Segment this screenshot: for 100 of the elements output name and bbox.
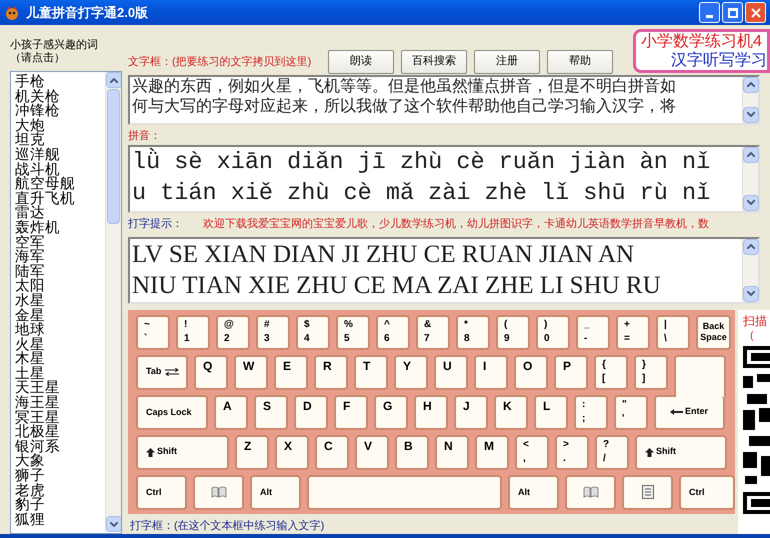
list-item[interactable]: 狐狸	[15, 512, 45, 528]
list-item[interactable]: 北极星	[15, 425, 60, 440]
keyboard-key[interactable]: ( 9	[496, 314, 530, 350]
list-item[interactable]: 海军	[15, 250, 45, 265]
keyboard-key[interactable]: + =	[616, 314, 650, 350]
scroll-up-button[interactable]	[106, 72, 121, 88]
keyboard-key[interactable]: M	[475, 434, 509, 470]
keyboard-key[interactable]: Y	[394, 354, 428, 390]
keyboard-key[interactable]: ! 1	[176, 314, 210, 350]
keyboard-key[interactable]: } ]	[634, 354, 668, 390]
keyboard-key[interactable]: ~ `	[136, 314, 170, 350]
keyboard-key[interactable]: N	[435, 434, 469, 470]
list-item[interactable]: 大象	[15, 454, 45, 470]
keyboard-key[interactable]: B	[395, 434, 429, 470]
list-item[interactable]: 陆军	[15, 264, 45, 280]
keyboard-key[interactable]: Shift	[635, 434, 727, 470]
keyboard-key[interactable]: Shift	[136, 434, 229, 470]
keyboard-key[interactable]: L	[534, 394, 568, 430]
keyboard-key[interactable]: X	[275, 434, 309, 470]
scrollbar[interactable]	[742, 238, 758, 302]
list-item[interactable]: 老虎	[15, 484, 45, 498]
keyboard-key[interactable]: U	[434, 354, 468, 390]
list-item[interactable]: 冲锋枪	[15, 104, 60, 119]
keyboard-key[interactable]: | \	[656, 314, 690, 350]
list-item[interactable]: 狮子	[15, 469, 45, 484]
scroll-down-button[interactable]	[743, 194, 759, 211]
list-item[interactable]: 金星	[15, 308, 45, 324]
keyboard-key[interactable]: Alt	[250, 474, 301, 510]
close-button[interactable]	[745, 2, 766, 23]
keyboard-key[interactable]: D	[294, 394, 328, 430]
list-item[interactable]: 轰炸机	[15, 220, 60, 236]
keyboard-key[interactable]: > .	[555, 434, 589, 470]
list-item[interactable]: 地球	[15, 323, 45, 338]
ad-banner[interactable]: 小学数学练习机4 汉字听写学习	[633, 29, 770, 73]
scroll-down-button[interactable]	[743, 106, 759, 123]
keyboard-key[interactable]	[565, 474, 616, 510]
keyboard-key[interactable]: " '	[614, 394, 648, 430]
list-item[interactable]: 雷达	[15, 206, 45, 221]
keyboard-key[interactable]: * 8	[456, 314, 490, 350]
keyboard-key[interactable]: : ;	[574, 394, 608, 430]
list-item[interactable]: 火星	[15, 338, 45, 352]
keyboard-key[interactable]: Alt	[508, 474, 559, 510]
scroll-up-button[interactable]	[743, 238, 759, 254]
keyboard-key[interactable]: K	[494, 394, 528, 430]
list-item[interactable]: 冥王星	[15, 410, 60, 426]
keyboard-key[interactable]: Ctrl	[136, 474, 187, 510]
keyboard-key[interactable]: & 7	[416, 314, 450, 350]
toolbar-button[interactable]: 帮助	[547, 50, 613, 74]
keyboard-key[interactable]: < ,	[515, 434, 549, 470]
text-box[interactable]: 兴趣的东西，例如火星，飞机等等。但是他虽然懂点拼音，但是不明白拼音如 何与大写的字母对应起来，所以我做了这个软件帮助他自己学习输入汉字，将	[128, 74, 760, 125]
scroll-thumb[interactable]	[107, 89, 120, 224]
scroll-down-button[interactable]	[106, 516, 121, 532]
keyboard-key[interactable]: Enter	[654, 394, 725, 430]
typing-hint-box[interactable]: LV SE XIAN DIAN JI ZHU CE RUAN JIAN AN NIU TIAN XIE ZHU CE MA ZAI ZHE LI SHU RU	[128, 236, 760, 304]
list-item[interactable]: 水星	[15, 294, 45, 308]
space-bar[interactable]	[307, 474, 502, 510]
keyboard-key[interactable]: Caps Lock	[136, 394, 208, 430]
list-item[interactable]: 豹子	[15, 498, 45, 513]
keyboard-key[interactable]	[622, 474, 673, 510]
list-item[interactable]: 天王星	[15, 381, 60, 396]
keyboard-key[interactable]: P	[554, 354, 588, 390]
keyboard-key[interactable]: ? /	[595, 434, 629, 470]
minimize-button[interactable]	[699, 2, 720, 23]
list-item[interactable]: 机关枪	[15, 90, 60, 104]
keyboard-key[interactable]: F	[334, 394, 368, 430]
keyboard-key[interactable]: G	[374, 394, 408, 430]
keyboard-key[interactable]: O	[514, 354, 548, 390]
toolbar-button[interactable]: 注册	[474, 50, 540, 74]
list-item[interactable]: 大炮	[15, 118, 45, 134]
keyboard-key[interactable]: # 3	[256, 314, 290, 350]
keyboard-key[interactable]: ) 0	[536, 314, 570, 350]
keyboard-key[interactable]: W	[234, 354, 268, 390]
keyboard-key[interactable]: T	[354, 354, 388, 390]
list-item[interactable]: 银河系	[15, 440, 60, 454]
keyboard-key[interactable]: _ -	[576, 314, 610, 350]
list-item[interactable]: 木星	[15, 352, 45, 367]
keyboard-key[interactable]: Z	[235, 434, 269, 470]
keyboard-key[interactable]: Tab	[136, 354, 188, 390]
keyboard-key[interactable]: H	[414, 394, 448, 430]
list-item[interactable]: 航空母舰	[15, 177, 75, 192]
keyboard-key[interactable]: ^ 6	[376, 314, 410, 350]
keyboard-key[interactable]: $ 4	[296, 314, 330, 350]
pinyin-box[interactable]: lǜ sè xiān diǎn jī zhù cè ruǎn jiàn àn nǐ u tián xiě zhù cè mǎ zài zhè lǐ shū rù nǐ	[128, 144, 760, 213]
keyboard-key[interactable]: C	[315, 434, 349, 470]
keyboard-key[interactable]: % 5	[336, 314, 370, 350]
list-item[interactable]: 坦克	[15, 133, 45, 148]
list-item[interactable]: 手枪	[15, 75, 45, 90]
list-item[interactable]: 直升飞机	[15, 192, 75, 206]
maximize-button[interactable]	[722, 2, 743, 23]
scrollbar[interactable]	[105, 72, 121, 532]
scroll-down-button[interactable]	[743, 286, 759, 302]
keyboard-key[interactable]: Back Space	[696, 314, 731, 350]
word-listbox[interactable]: 手枪 机关枪 冲锋枪 大炮 坦克 巡洋舰 战斗机 航空母舰 直升飞机 雷达 轰炸机 空军 海军 陆军 太阳 水星 金星 地球 火星 木星 土星 天王星 海王星 冥王星 北极星 银河系 大象 狮子 老虎 豹子 狐狸	[10, 71, 122, 534]
list-item[interactable]: 土星	[15, 366, 45, 382]
keyboard-key[interactable]: Q	[194, 354, 228, 390]
keyboard-key[interactable]: { [	[594, 354, 628, 390]
toolbar-button[interactable]: 朗读	[328, 50, 394, 74]
list-item[interactable]: 战斗机	[15, 162, 60, 178]
scroll-up-button[interactable]	[743, 146, 759, 163]
enter-key-upper[interactable]	[674, 354, 726, 396]
